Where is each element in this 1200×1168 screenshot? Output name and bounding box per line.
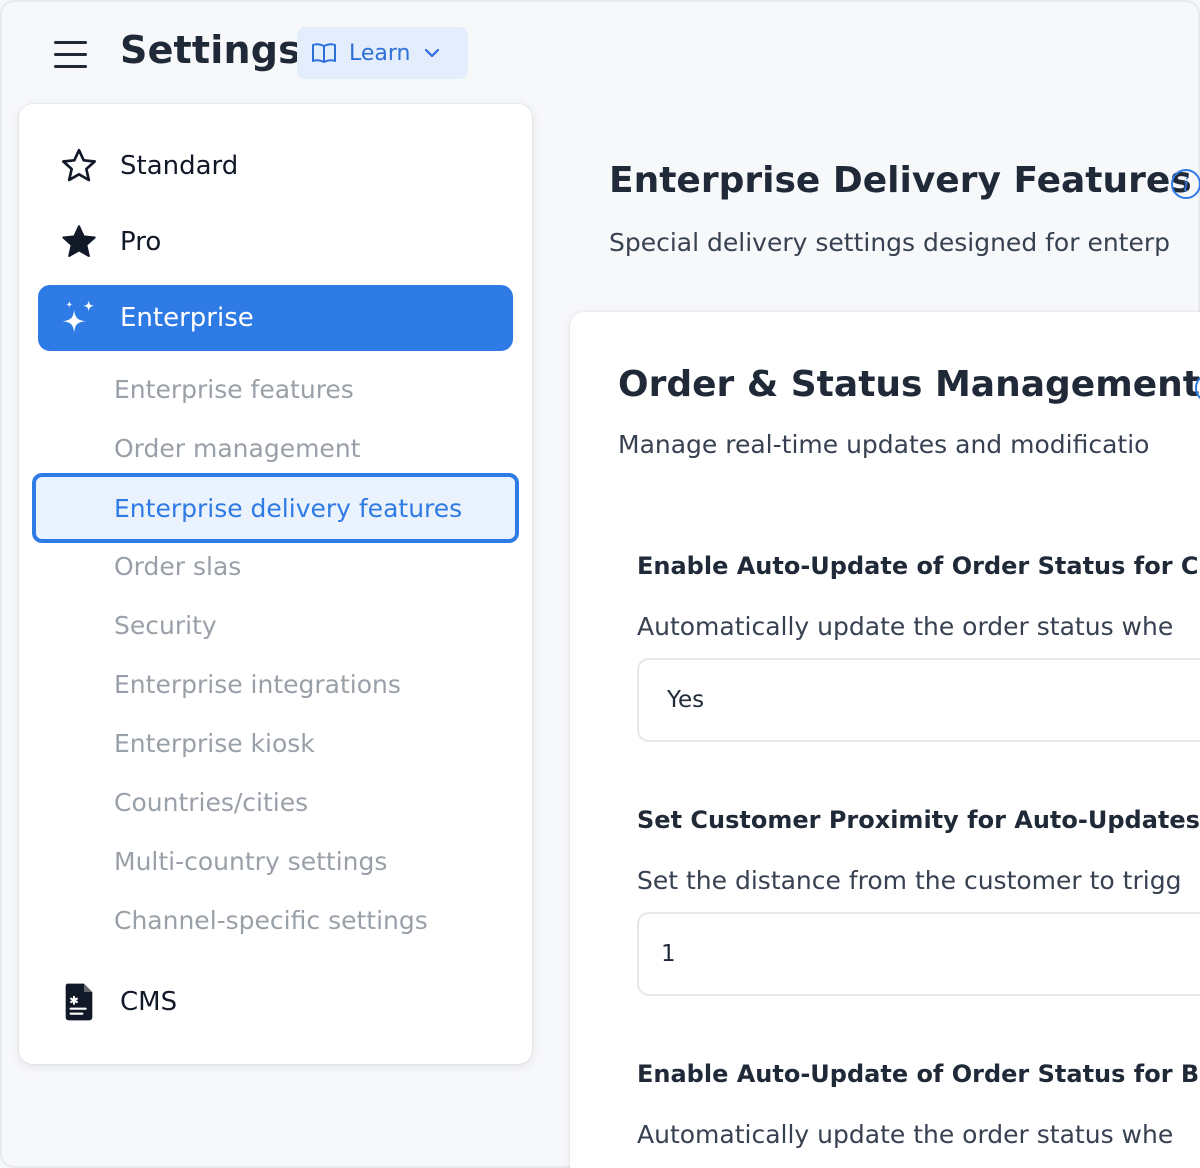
card-title: Order & Status Management xyxy=(618,364,1200,405)
section-subtitle: Special delivery settings designed for e… xyxy=(609,228,1171,257)
sidebar-item-pro[interactable]: Pro xyxy=(38,209,513,275)
sub-item-order-slas[interactable]: Order slas xyxy=(114,550,241,584)
sub-item-order-management[interactable]: Order management xyxy=(114,432,360,466)
learn-label: Learn xyxy=(349,40,411,66)
sparkles-icon xyxy=(62,300,95,333)
sub-item-countries-cities[interactable]: Countries/cities xyxy=(114,786,308,820)
select-value: Yes xyxy=(667,687,705,713)
page-title: Settings xyxy=(120,28,301,72)
sidebar-item-cms[interactable]: CMS xyxy=(38,969,513,1035)
sidebar-item-label: Pro xyxy=(120,227,162,257)
info-icon[interactable]: i xyxy=(1170,168,1200,200)
sub-item-enterprise-kiosk[interactable]: Enterprise kiosk xyxy=(114,727,315,761)
field-label: Enable Auto-Update of Order Status for B… xyxy=(637,1060,1200,1088)
sub-item-enterprise-integrations[interactable]: Enterprise integrations xyxy=(114,668,401,702)
sub-item-enterprise-delivery-features[interactable]: Enterprise delivery features xyxy=(32,473,519,543)
sub-item-enterprise-features[interactable]: Enterprise features xyxy=(114,373,354,407)
hamburger-menu-icon[interactable] xyxy=(50,36,92,72)
sidebar-item-label: CMS xyxy=(120,987,178,1017)
book-icon xyxy=(312,43,336,63)
info-icon[interactable] xyxy=(1194,372,1200,404)
section-title: Enterprise Delivery Features xyxy=(609,160,1192,201)
learn-dropdown-button[interactable]: Learn xyxy=(297,27,468,79)
input-value: 1 xyxy=(661,941,676,967)
document-icon xyxy=(65,983,93,1021)
star-filled-icon xyxy=(62,225,96,257)
order-status-card: Order & Status Management Manage real-ti… xyxy=(570,312,1200,1168)
field-label: Set Customer Proximity for Auto-Updates xyxy=(637,806,1200,834)
sub-item-security[interactable]: Security xyxy=(114,609,217,643)
chevron-down-icon xyxy=(424,48,439,58)
sidebar-item-enterprise[interactable]: Enterprise xyxy=(38,285,513,351)
settings-sidebar: Standard Pro Enterprise Enterprise featu… xyxy=(19,104,532,1064)
sub-item-multi-country-settings[interactable]: Multi-country settings xyxy=(114,845,387,879)
auto-update-status-select[interactable]: Yes xyxy=(637,658,1200,742)
card-subtitle: Manage real-time updates and modificatio xyxy=(618,430,1150,459)
sidebar-item-label: Enterprise xyxy=(120,303,254,333)
sidebar-item-label: Standard xyxy=(120,151,239,181)
sub-item-channel-specific-settings[interactable]: Channel-specific settings xyxy=(114,904,428,938)
star-outline-icon xyxy=(62,148,96,182)
field-description: Set the distance from the customer to tr… xyxy=(637,866,1182,895)
field-description: Automatically update the order status wh… xyxy=(637,1120,1174,1149)
sidebar-item-standard[interactable]: Standard xyxy=(38,133,513,199)
svg-text:i: i xyxy=(1183,174,1189,196)
field-label: Enable Auto-Update of Order Status for C… xyxy=(637,552,1200,580)
field-description: Automatically update the order status wh… xyxy=(637,612,1174,641)
customer-proximity-input[interactable]: 1 xyxy=(637,912,1200,996)
